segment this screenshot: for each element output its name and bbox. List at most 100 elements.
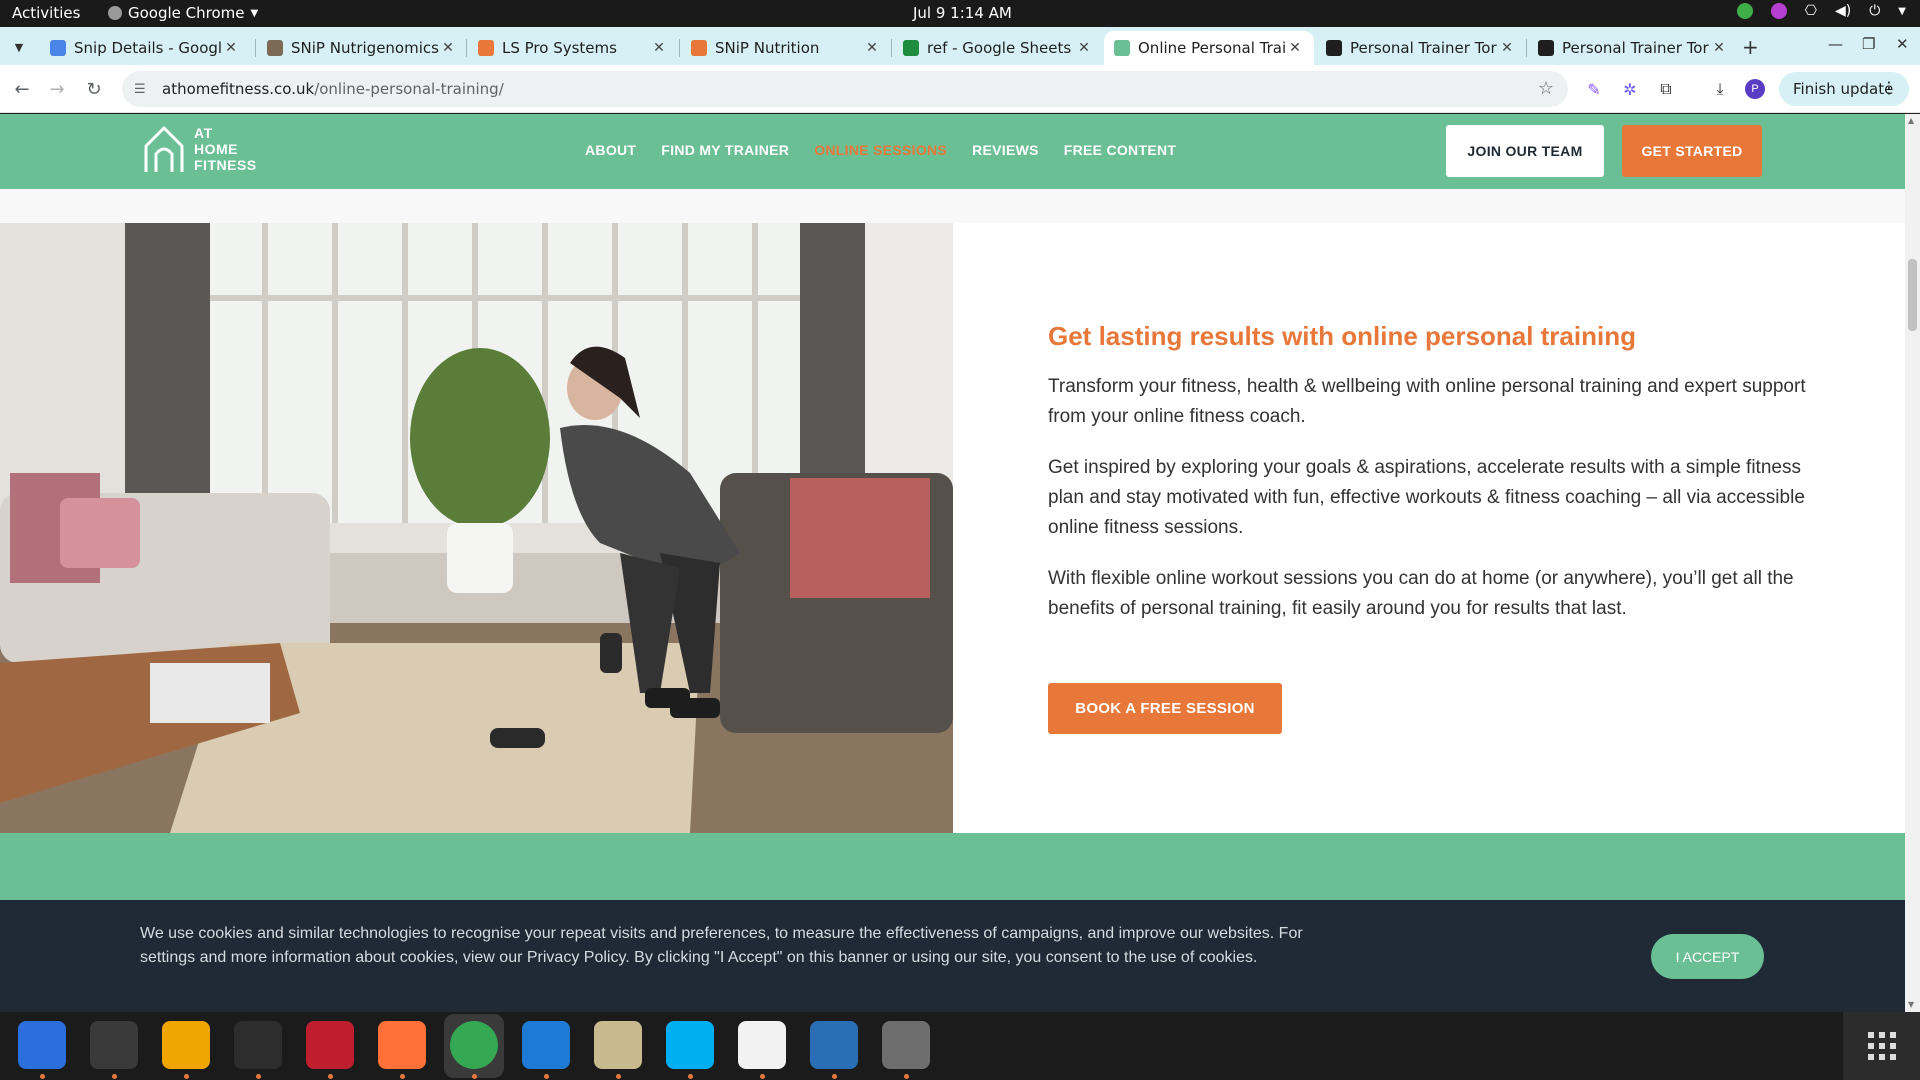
browser-tab[interactable]: Personal Trainer Tor ✕	[1316, 31, 1526, 65]
browser-tab[interactable]: SNiP Nutrigenomics ✕	[257, 31, 467, 65]
bookmark-star-icon[interactable]: ☆	[1538, 78, 1554, 99]
page-scrollbar[interactable]: ▲ ▼	[1905, 114, 1920, 1012]
firefox-icon[interactable]	[378, 1021, 426, 1069]
system-tray[interactable]: ⎔ ◀) ⏻ ▼	[1736, 3, 1906, 19]
intro-paragraph: Get inspired by exploring your goals & a…	[1048, 457, 1805, 538]
calculator-icon[interactable]	[162, 1021, 210, 1069]
nav-link[interactable]: ABOUT	[585, 142, 636, 158]
green-section-band	[0, 833, 1905, 903]
caret-down-icon: ▼	[250, 7, 259, 19]
tab-favicon-icon	[1114, 40, 1130, 56]
tab-title: Snip Details - Google	[74, 39, 222, 57]
browser-tab[interactable]: SNiP Nutrition ✕	[681, 31, 891, 65]
pen-extension-icon[interactable]: ✎	[1584, 79, 1604, 99]
clock[interactable]: Jul 9 1:14 AM	[913, 4, 1012, 22]
browser-tab[interactable]: Snip Details - Google ✕	[40, 31, 250, 65]
app-menu[interactable]: Google Chrome ▼	[108, 4, 258, 22]
tab-separator	[255, 39, 256, 57]
logo-line: FITNESS	[194, 157, 257, 173]
profile-avatar[interactable]: P	[1745, 79, 1765, 99]
close-window-icon[interactable]: ✕	[1896, 35, 1909, 53]
libreoffice-writer-icon[interactable]	[810, 1021, 858, 1069]
hero-photo-woman-kettlebell	[0, 223, 953, 833]
puzzle-extensions-icon[interactable]: ⧉	[1656, 79, 1676, 99]
text-editor-icon[interactable]	[738, 1021, 786, 1069]
volume-icon[interactable]: ◀)	[1835, 3, 1851, 19]
tab-close-icon[interactable]: ✕	[650, 40, 668, 56]
activities-button[interactable]: Activities	[12, 4, 80, 22]
browser-tab[interactable]: Online Personal Trai ✕	[1104, 31, 1314, 65]
tab-strip: ▼ Snip Details - Google ✕ SNiP Nutrigenomi…	[0, 27, 1920, 65]
power-icon[interactable]: ⏻	[1869, 3, 1880, 19]
new-tab-button[interactable]: +	[1742, 35, 1759, 59]
tab-separator	[466, 39, 467, 57]
download-icon[interactable]: ⤓	[1710, 79, 1730, 99]
get-started-button[interactable]: GET STARTED	[1622, 125, 1762, 177]
running-indicator	[688, 1074, 693, 1079]
tab-favicon-icon	[1326, 40, 1342, 56]
page-viewport: AT HOME FITNESS ABOUT FIND MY TRAINER ONLI…	[0, 114, 1920, 1012]
logo-line: AT	[194, 125, 213, 141]
tab-close-icon[interactable]: ✕	[439, 40, 457, 56]
forward-arrow-icon[interactable]: →	[45, 77, 69, 101]
tab-title: Personal Trainer Tor	[1562, 39, 1709, 57]
tab-close-icon[interactable]: ✕	[863, 40, 881, 56]
vscode-icon[interactable]	[522, 1021, 570, 1069]
tab-close-icon[interactable]: ✕	[222, 40, 240, 56]
show-apps-grid-icon[interactable]	[1843, 1012, 1920, 1080]
reload-icon[interactable]: ↻	[82, 77, 106, 101]
book-free-session-button[interactable]: BOOK A FREE SESSION	[1048, 683, 1282, 734]
tab-close-icon[interactable]: ✕	[1498, 40, 1516, 56]
browser-tab[interactable]: ref - Google Sheets ✕	[893, 31, 1103, 65]
gear-extension-icon[interactable]: ✲	[1620, 79, 1640, 99]
scroll-up-icon[interactable]: ▲	[1908, 116, 1914, 125]
scroll-down-icon[interactable]: ▼	[1908, 1000, 1914, 1009]
browser-toolbar: ← → ↻ ☰ athomefitness.co.uk/online-perso…	[0, 65, 1920, 113]
address-bar[interactable]: ☰ athomefitness.co.uk/online-personal-tr…	[122, 71, 1568, 107]
join-our-team-button[interactable]: JOIN OUR TEAM	[1446, 125, 1604, 177]
disk-utility-icon[interactable]	[882, 1021, 930, 1069]
files-icon[interactable]	[594, 1021, 642, 1069]
system-top-bar: Activities Google Chrome ▼ Jul 9 1:14 AM…	[0, 0, 1920, 27]
chevron-down-icon[interactable]: ▼	[1898, 6, 1906, 17]
minimize-icon[interactable]: —	[1828, 35, 1843, 53]
terminal-icon[interactable]	[90, 1021, 138, 1069]
browser-tab[interactable]: LS Pro Systems ✕	[468, 31, 678, 65]
accept-cookies-button[interactable]: I ACCEPT	[1651, 934, 1764, 979]
nav-link[interactable]: REVIEWS	[972, 142, 1039, 158]
filezilla-icon[interactable]	[306, 1021, 354, 1069]
tab-search-button[interactable]: ▼	[6, 34, 32, 60]
scrollbar-thumb[interactable]	[1908, 259, 1917, 331]
site-header: AT HOME FITNESS ABOUT FIND MY TRAINER ONLI…	[0, 114, 1905, 189]
running-indicator	[112, 1074, 117, 1079]
tab-close-icon[interactable]: ✕	[1075, 40, 1093, 56]
skype-icon[interactable]	[666, 1021, 714, 1069]
shield-check-icon[interactable]	[1736, 3, 1753, 19]
maximize-icon[interactable]: ❐	[1862, 35, 1875, 53]
site-logo[interactable]: AT HOME FITNESS	[142, 124, 257, 174]
network-icon[interactable]: ⎔	[1805, 3, 1817, 19]
running-indicator	[616, 1074, 621, 1079]
nav-link[interactable]: FIND MY TRAINER	[661, 142, 789, 158]
running-indicator	[184, 1074, 189, 1079]
chevron-down-icon: ▼	[14, 40, 24, 54]
tab-close-icon[interactable]: ✕	[1286, 40, 1304, 56]
running-indicator	[760, 1074, 765, 1079]
logo-line: HOME	[194, 141, 238, 157]
thunderbird-icon[interactable]	[18, 1021, 66, 1069]
running-indicator	[328, 1074, 333, 1079]
site-info-icon[interactable]: ☰	[134, 82, 152, 97]
system-monitor-icon[interactable]	[234, 1021, 282, 1069]
back-arrow-icon[interactable]: ←	[10, 77, 34, 101]
browser-tab[interactable]: Personal Trainer Tor ✕	[1528, 31, 1738, 65]
tab-close-icon[interactable]: ✕	[1710, 40, 1728, 56]
chrome-icon[interactable]	[450, 1021, 498, 1069]
tab-title: Personal Trainer Tor	[1350, 39, 1497, 57]
app-menu-label: Google Chrome	[128, 4, 245, 22]
url-host: athomefitness.co.uk	[162, 80, 315, 98]
finish-update-button[interactable]: Finish update ⋮	[1779, 72, 1909, 106]
nav-link[interactable]: ONLINE SESSIONS	[814, 142, 947, 158]
nav-link[interactable]: FREE CONTENT	[1064, 142, 1177, 158]
running-indicator	[544, 1074, 549, 1079]
color-picker-icon[interactable]	[1770, 3, 1787, 19]
